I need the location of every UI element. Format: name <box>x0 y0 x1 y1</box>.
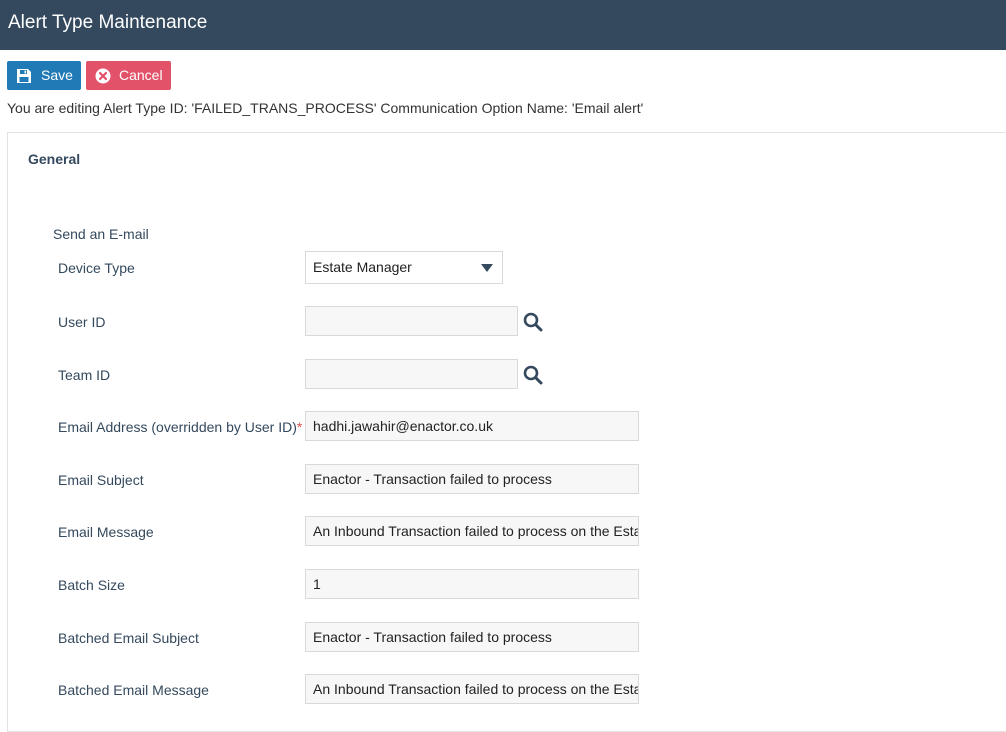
email-message-label: Email Message <box>58 524 154 540</box>
required-marker: * <box>296 419 303 435</box>
search-icon[interactable] <box>523 365 543 385</box>
email-subject-input[interactable]: Enactor - Transaction failed to process <box>305 464 639 494</box>
section-title-general: General <box>28 151 81 167</box>
x-circle-icon <box>95 68 111 84</box>
device-type-select[interactable]: Estate Manager <box>305 251 503 284</box>
batch-size-input[interactable]: 1 <box>305 569 639 599</box>
batched-email-subject-label: Batched Email Subject <box>58 630 199 646</box>
title-bar: Alert Type Maintenance <box>0 0 1006 50</box>
email-address-label-text: Email Address (overridden by User ID) <box>58 419 297 435</box>
batched-email-subject-input[interactable]: Enactor - Transaction failed to process <box>305 622 639 652</box>
save-button-label: Save <box>41 67 73 83</box>
team-id-input[interactable] <box>305 359 518 389</box>
caret-down-icon <box>481 264 493 272</box>
page-title: Alert Type Maintenance <box>8 12 208 33</box>
batch-size-label: Batch Size <box>58 577 125 593</box>
save-button[interactable]: Save <box>7 61 81 90</box>
user-id-input[interactable] <box>305 306 518 336</box>
email-address-label: Email Address (overridden by User ID)* <box>58 419 302 435</box>
email-address-input[interactable]: hadhi.jawahir@enactor.co.uk <box>305 411 639 441</box>
email-subject-label: Email Subject <box>58 472 144 488</box>
batched-email-message-label: Batched Email Message <box>58 682 209 698</box>
editing-info-text: You are editing Alert Type ID: 'FAILED_T… <box>7 100 644 116</box>
device-type-label: Device Type <box>58 260 135 276</box>
user-id-label: User ID <box>58 314 106 330</box>
section-subtitle-send-email: Send an E-mail <box>53 226 149 242</box>
device-type-value: Estate Manager <box>313 259 412 275</box>
cancel-button-label: Cancel <box>119 67 163 83</box>
email-message-input[interactable]: An Inbound Transaction failed to process… <box>305 516 639 546</box>
cancel-button[interactable]: Cancel <box>86 61 171 90</box>
team-id-label: Team ID <box>58 367 111 383</box>
floppy-disk-icon <box>17 69 31 83</box>
batched-email-message-input[interactable]: An Inbound Transaction failed to process… <box>305 674 639 704</box>
search-icon[interactable] <box>523 312 543 332</box>
